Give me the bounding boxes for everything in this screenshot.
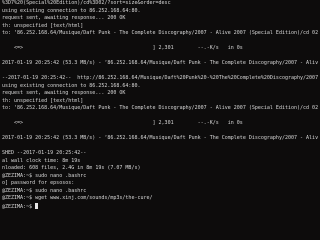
terminal-line: request sent, awaiting response... 200 O… [2,90,126,96]
terminal-line: to: ‘86.252.168.64/Musique/Daft Punk - T… [2,30,318,36]
terminal-line: al wall clock time: 8m 19s [2,157,81,164]
terminal-line: using existing connection to 86.252.168.… [2,7,141,14]
terminal-line: nloaded: 608 files, 2.4G in 8m 19s (7.07… [2,165,141,171]
terminal-window[interactable]: %3D7%20(Special%20Edition)/cd%3D02/?sort… [0,0,320,240]
terminal-line: 2017-01-19 20:25:42 (53.3 MB/s) - ‘86.25… [2,60,318,66]
terminal-line: %3D7%20(Special%20Edition)/cd%3D02/?sort… [2,0,171,6]
text-cursor [35,202,39,209]
progress-line: <=> ] 2,301 --.-K/s in 0s [2,45,243,51]
terminal-output: %3D7%20(Special%20Edition)/cd%3D02/?sort… [0,0,320,210]
terminal-line: @ZEZIMA:~$ sudo nano .bashrc [2,187,87,194]
command-prompt[interactable]: @ZEZIMA:~$ [2,202,318,211]
terminal-line: o] password for epsosos: [2,180,75,186]
progress-line: <=> ] 2,301 --.-K/s in 0s [2,120,243,126]
terminal-line: request sent, awaiting response... 200 O… [2,15,126,21]
terminal-line: to: ‘86.252.168.64/Musique/Daft Punk - T… [2,105,318,111]
terminal-line: th: unspecified [text/html] [2,22,84,29]
prompt-text: @ZEZIMA:~$ [2,203,36,210]
terminal-line: @ZEZIMA:~$ wget www.xinj.com/sounds/mp3s… [2,195,153,201]
terminal-line: SHED --2017-01-19 20:25:42-- [2,150,87,156]
terminal-line: 2017-01-19 20:25:42 (53.3 MB/s) - ‘86.25… [2,135,318,141]
terminal-line: @ZEZIMA:~$ sudo nano .bashrc [2,172,87,179]
terminal-line: using existing connection to 86.252.168.… [2,82,141,89]
terminal-line: --2017-01-19 20:25:42-- http://86.252.16… [2,75,318,81]
terminal-line: th: unspecified [text/html] [2,97,84,104]
